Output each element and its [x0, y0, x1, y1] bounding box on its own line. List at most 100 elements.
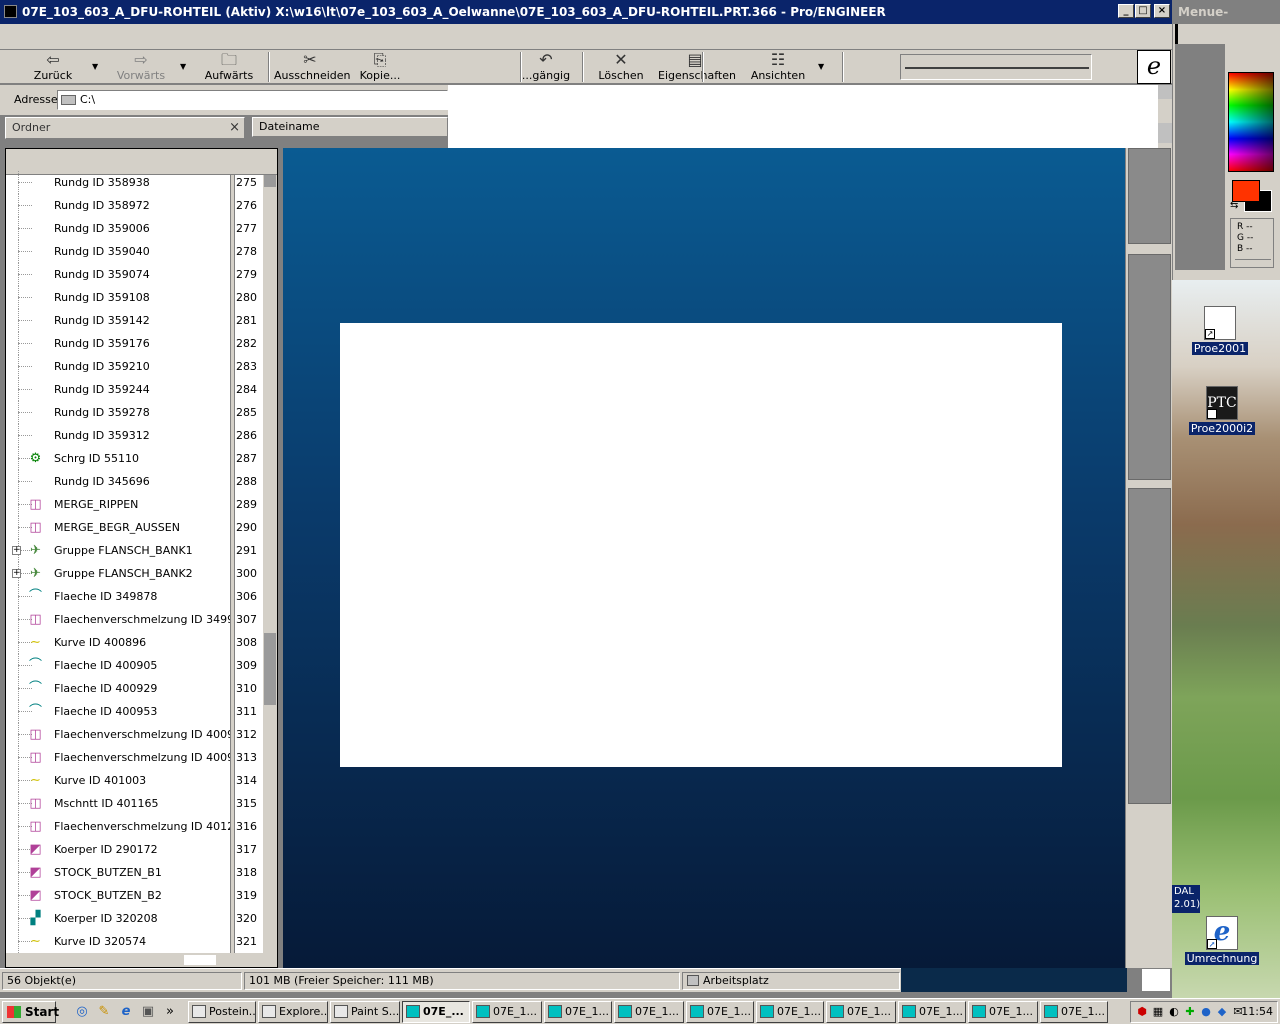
desktop-partial-icon-label[interactable]: DAL 2.01): [1172, 885, 1200, 913]
taskbar-button[interactable]: 07E_1...: [898, 1001, 966, 1023]
scroll-thumb[interactable]: [264, 633, 276, 705]
tree-row[interactable]: ∼ Kurve ID 401003 314: [6, 769, 277, 792]
volume-icon[interactable]: ◐: [1167, 1005, 1181, 1019]
explorer-quick-icon[interactable]: ▣: [140, 1004, 156, 1020]
tree-row[interactable]: ◫ Flaechenverschmelzung ID 401217 316: [6, 815, 277, 838]
tree-row[interactable]: Rundg ID 359244 284: [6, 378, 277, 401]
foreground-color-swatch[interactable]: [1232, 180, 1260, 202]
tree-row[interactable]: ⌒ Flaeche ID 400905 309: [6, 654, 277, 677]
taskbar-button[interactable]: Paint S...: [330, 1001, 400, 1023]
scroll-thumb[interactable]: [184, 955, 216, 965]
desktop-icon-proe2000i2[interactable]: PTC ↗ Proe2000i2: [1184, 386, 1260, 435]
antivirus-icon[interactable]: ⬢: [1135, 1005, 1149, 1019]
tree-row[interactable]: ⌒ Flaeche ID 349878 306: [6, 585, 277, 608]
tree-row[interactable]: Rundg ID 359006 277: [6, 217, 277, 240]
window-title-bar[interactable]: 07E_103_603_A_DFU-ROHTEIL (Aktiv) X:\w16…: [0, 0, 1172, 24]
taskbar-button[interactable]: Explore...: [258, 1001, 328, 1023]
model-tree-vscrollbar[interactable]: [263, 175, 277, 967]
maximize-button[interactable]: □: [1135, 4, 1151, 18]
scroll-thumb[interactable]: [1158, 123, 1172, 143]
tree-row[interactable]: ◫ MERGE_RIPPEN 289: [6, 493, 277, 516]
tree-row[interactable]: + ✈ Gruppe FLANSCH_BANK2 300: [6, 562, 277, 585]
undo-button[interactable]: ↶ ...gängig: [518, 50, 574, 83]
up-folder-button[interactable]: 🗀 Aufwärts: [200, 50, 258, 83]
taskbar-button[interactable]: 07E_1...: [968, 1001, 1038, 1023]
tree-row[interactable]: Rundg ID 359074 279: [6, 263, 277, 286]
panel-segment[interactable]: [1128, 488, 1171, 804]
close-icon[interactable]: ×: [229, 118, 240, 138]
panel-segment[interactable]: [1128, 148, 1171, 244]
tree-row[interactable]: ∼ Kurve ID 320574 321: [6, 930, 277, 953]
network-icon[interactable]: ▦: [1151, 1005, 1165, 1019]
scroll-up-button[interactable]: [1158, 85, 1172, 99]
cut-button[interactable]: ✂ Ausschneiden: [274, 50, 351, 83]
close-button[interactable]: ×: [1154, 4, 1170, 18]
window-system-icon[interactable]: [4, 5, 17, 18]
tree-row[interactable]: + ✈ Gruppe FLANSCH_BANK1 291: [6, 539, 277, 562]
color-palette[interactable]: [1228, 72, 1274, 172]
info-icon[interactable]: ◆: [1215, 1005, 1229, 1019]
menu-manager-title[interactable]: Menue-Manager: [1173, 0, 1280, 43]
tree-row[interactable]: ◫ Flaechenverschmelzung ID 400997 313: [6, 746, 277, 769]
tree-row[interactable]: Rundg ID 345696 288: [6, 470, 277, 493]
scroll-up-button[interactable]: [264, 175, 276, 187]
model-tree-hscrollbar[interactable]: [6, 953, 277, 967]
tree-row[interactable]: Rundg ID 359108 280: [6, 286, 277, 309]
taskbar-button[interactable]: 07E_1...: [826, 1001, 896, 1023]
minimize-button[interactable]: _: [1118, 4, 1134, 18]
copy-button[interactable]: ⎘ Kopie...: [352, 50, 408, 83]
messenger-icon[interactable]: ●: [1199, 1005, 1213, 1019]
taskbar-button[interactable]: 07E_1...: [686, 1001, 754, 1023]
views-button[interactable]: ☷ Ansichten: [748, 50, 808, 83]
clock[interactable]: 11:54: [1241, 1002, 1273, 1022]
tree-row[interactable]: ▞ Koerper ID 320208 320: [6, 907, 277, 930]
tree-row[interactable]: Rundg ID 359278 285: [6, 401, 277, 424]
properties-button[interactable]: ▤ Eigenschaften: [658, 50, 736, 83]
taskbar-button[interactable]: 07E_1...: [1040, 1001, 1108, 1023]
tree-row[interactable]: Rundg ID 358938 275: [6, 171, 277, 194]
tree-row[interactable]: Rundg ID 359312 286: [6, 424, 277, 447]
tree-row[interactable]: ◫ MERGE_BEGR_AUSSEN 290: [6, 516, 277, 539]
show-desktop-icon[interactable]: ◎: [74, 1004, 90, 1020]
taskbar-button[interactable]: 07E_1...: [472, 1001, 542, 1023]
forward-button[interactable]: ⇨ Vorwärts: [112, 50, 170, 83]
tree-row[interactable]: ⌒ Flaeche ID 400953 311: [6, 700, 277, 723]
tree-row[interactable]: ⚙ Schrg ID 55110 287: [6, 447, 277, 470]
desktop-icon-umrechnung[interactable]: e ↗ Umrechnung: [1184, 916, 1260, 965]
tree-row[interactable]: ◩ STOCK_BUTZEN_B1 318: [6, 861, 277, 884]
views-dropdown-icon[interactable]: ▼: [818, 62, 824, 71]
tree-row[interactable]: ◫ Mschntt ID 401165 315: [6, 792, 277, 815]
delete-button[interactable]: ✕ Löschen: [596, 50, 646, 83]
internet-explorer-icon[interactable]: e: [118, 1004, 134, 1020]
rgb-dropdown-icon[interactable]: [1235, 259, 1271, 265]
tree-row[interactable]: ∼ Kurve ID 400896 308: [6, 631, 277, 654]
quick-launch-more[interactable]: »: [162, 1004, 178, 1020]
taskbar-button[interactable]: 07E_1...: [614, 1001, 684, 1023]
tree-row[interactable]: Rundg ID 359040 278: [6, 240, 277, 263]
graphics-window[interactable]: [283, 148, 1125, 968]
model-tree-column-divider[interactable]: [230, 175, 235, 967]
tree-row[interactable]: ◫ Flaechenverschmelzung ID 349908 307: [6, 608, 277, 631]
tree-row[interactable]: Rundg ID 359142 281: [6, 309, 277, 332]
tree-row[interactable]: ◫ Flaechenverschmelzung ID 400977 312: [6, 723, 277, 746]
expand-icon[interactable]: +: [12, 546, 21, 555]
forward-dropdown-icon[interactable]: ▼: [180, 62, 186, 71]
expand-icon[interactable]: +: [12, 569, 21, 578]
taskbar-button[interactable]: 07E_...: [402, 1001, 470, 1023]
status-icon[interactable]: ✚: [1183, 1005, 1197, 1019]
taskbar-button[interactable]: 07E_1...: [544, 1001, 612, 1023]
swap-colors-icon[interactable]: ⇆: [1230, 200, 1238, 211]
tree-row[interactable]: ⌒ Flaeche ID 400929 310: [6, 677, 277, 700]
back-dropdown-icon[interactable]: ▼: [92, 62, 98, 71]
graphics-side-panel[interactable]: [1125, 148, 1172, 968]
taskbar-button[interactable]: 07E_1...: [756, 1001, 824, 1023]
tree-row[interactable]: ◩ STOCK_BUTZEN_B2 319: [6, 884, 277, 907]
outlook-icon[interactable]: ✎: [96, 1004, 112, 1020]
start-button[interactable]: Start: [2, 1001, 59, 1023]
filename-column-header[interactable]: Dateiname: [252, 117, 448, 137]
taskbar-button[interactable]: Postein...: [188, 1001, 256, 1023]
panel-segment[interactable]: [1128, 254, 1171, 480]
tree-row[interactable]: ◩ Koerper ID 290172 317: [6, 838, 277, 861]
back-button[interactable]: ⇦ Zurück: [28, 50, 78, 83]
desktop-icon-proe2001[interactable]: ↗ Proe2001: [1182, 306, 1258, 355]
